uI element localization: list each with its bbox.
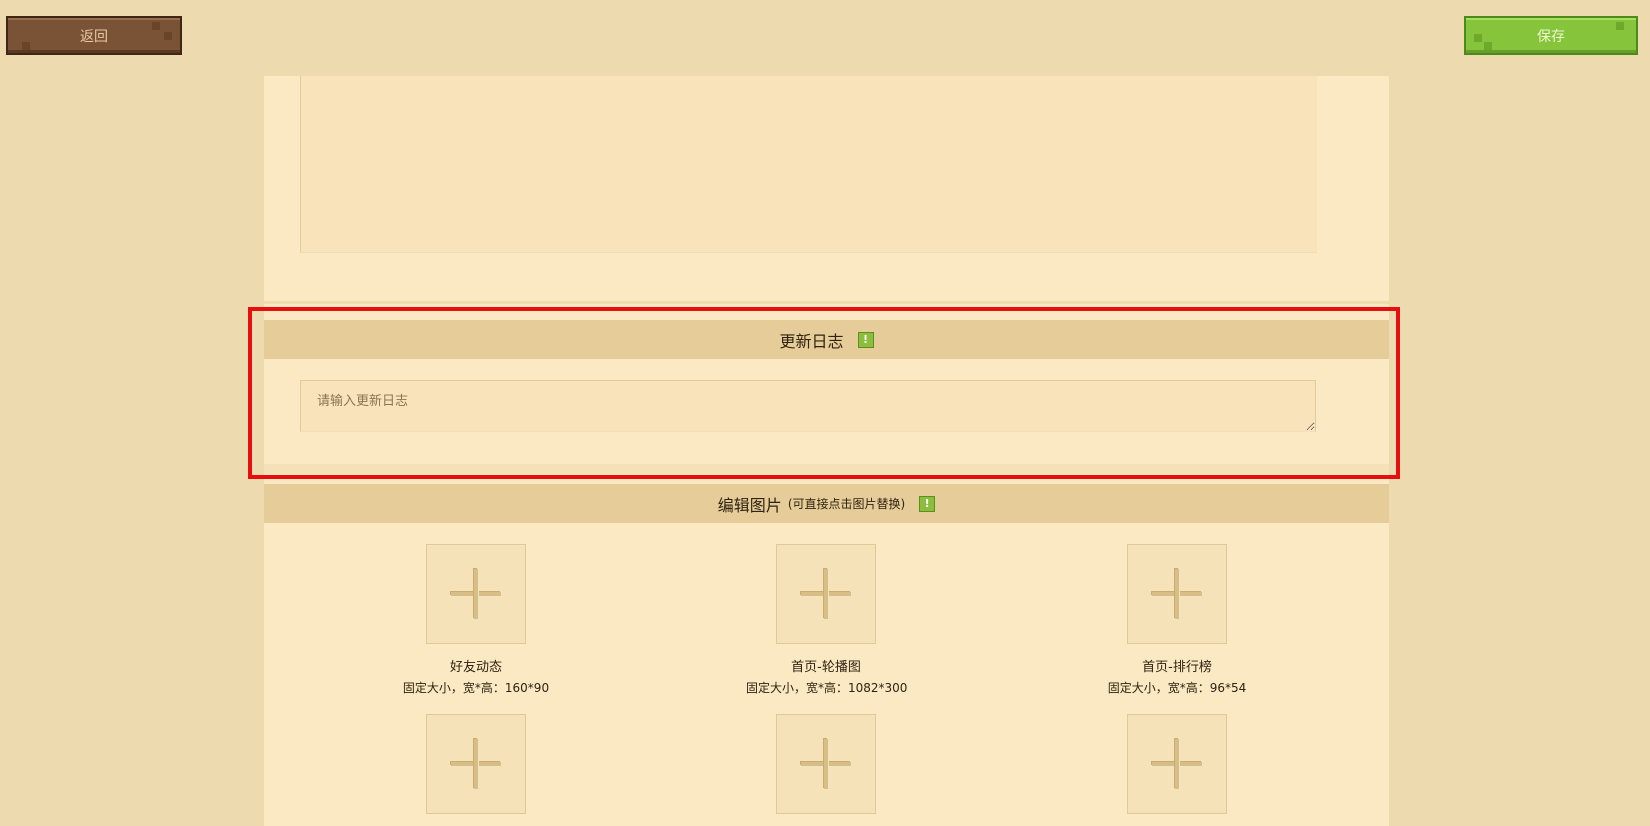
edit-images-subtitle: (可直接点击图片替换) bbox=[787, 497, 906, 511]
decoration bbox=[1474, 34, 1482, 42]
decoration bbox=[1616, 22, 1624, 30]
image-slot-home-carousel: 首页-轮播图 固定大小，宽*高：1082*300 bbox=[746, 544, 908, 696]
decoration bbox=[22, 42, 30, 50]
warning-icon[interactable]: ! bbox=[919, 495, 936, 512]
upload-image-button[interactable] bbox=[776, 714, 876, 814]
back-button-label: 返回 bbox=[80, 28, 108, 45]
upload-image-button[interactable] bbox=[426, 714, 526, 814]
description-textarea[interactable] bbox=[300, 76, 1317, 253]
decoration bbox=[152, 22, 160, 30]
image-slot-spec: 固定大小，宽*高：160*90 bbox=[402, 681, 550, 695]
plus-icon bbox=[474, 569, 478, 619]
main-panel: 更新日志 ! 编辑图片 (可直接点击图片替换) ! 好友动态 固定大小，宽*高：… bbox=[264, 76, 1389, 826]
image-slot-home-ranking: 首页-排行榜 固定大小，宽*高：96*54 bbox=[1097, 544, 1257, 696]
upload-image-button[interactable] bbox=[1127, 714, 1227, 814]
image-slot-spec: 固定大小，宽*高：1082*300 bbox=[746, 681, 908, 695]
save-button-label: 保存 bbox=[1537, 28, 1565, 45]
image-slot bbox=[746, 714, 906, 814]
image-slot-friend-feed: 好友动态 固定大小，宽*高：160*90 bbox=[396, 544, 556, 696]
warning-icon[interactable]: ! bbox=[857, 331, 874, 348]
save-button[interactable]: 保存 bbox=[1464, 16, 1638, 55]
image-slot bbox=[396, 714, 556, 814]
upload-image-button[interactable] bbox=[776, 544, 876, 644]
update-log-input[interactable] bbox=[300, 380, 1316, 432]
plus-icon bbox=[824, 739, 828, 789]
upload-image-button[interactable] bbox=[1127, 544, 1227, 644]
decoration bbox=[164, 32, 172, 40]
update-log-title: 更新日志 bbox=[779, 331, 844, 351]
edit-images-header: 编辑图片 (可直接点击图片替换) ! bbox=[264, 484, 1389, 523]
upload-image-button[interactable] bbox=[426, 544, 526, 644]
update-log-header: 更新日志 ! bbox=[264, 320, 1389, 359]
image-slot-name: 首页-排行榜 bbox=[1142, 660, 1212, 675]
image-slot-name: 首页-轮播图 bbox=[791, 660, 861, 675]
decoration bbox=[1484, 42, 1492, 50]
plus-icon bbox=[824, 569, 828, 619]
back-button[interactable]: 返回 bbox=[6, 16, 182, 55]
image-slot-name: 好友动态 bbox=[449, 660, 502, 675]
plus-icon bbox=[1175, 569, 1179, 619]
image-slot-spec: 固定大小，宽*高：96*54 bbox=[1107, 681, 1247, 695]
plus-icon bbox=[1175, 739, 1179, 789]
edit-images-title: 编辑图片 bbox=[717, 495, 782, 515]
plus-icon bbox=[474, 739, 478, 789]
divider bbox=[264, 464, 1389, 474]
divider bbox=[264, 301, 1389, 304]
image-slot bbox=[1097, 714, 1257, 814]
